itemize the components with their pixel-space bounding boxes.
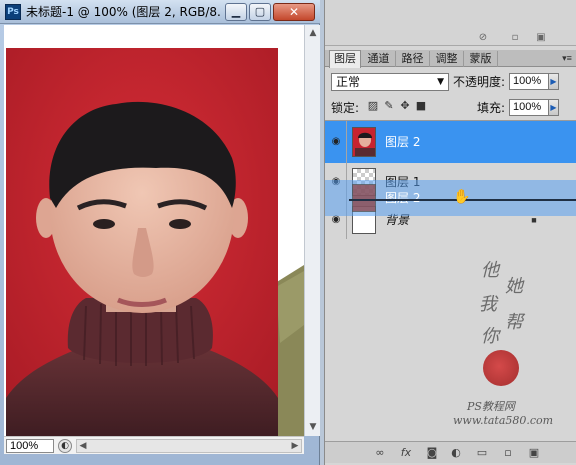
close-button[interactable]: ✕: [273, 3, 315, 21]
blend-mode-value: 正常: [336, 75, 361, 89]
blend-mode-select[interactable]: 正常 ▼: [331, 73, 449, 91]
fill-slider-button[interactable]: ▶: [549, 99, 559, 116]
panel-menu-icon[interactable]: ▾≡: [560, 52, 574, 65]
lock-pixels-brush-icon[interactable]: ✎: [383, 100, 395, 112]
tab-channels[interactable]: 通道: [362, 51, 396, 67]
portrait-photo: [6, 48, 278, 436]
watermark-site-name: PS教程网: [467, 400, 515, 413]
adjustment-layer-icon[interactable]: ◐: [449, 446, 463, 460]
photoshop-app-icon: Ps: [5, 4, 21, 20]
watermark-site-url: www.tata580.com: [453, 414, 554, 427]
scroll-right-arrow-icon[interactable]: ▶: [289, 440, 301, 452]
scroll-left-arrow-icon[interactable]: ◀: [77, 440, 89, 452]
document-window: Ps 未标题-1 @ 100% (图层 2, RGB/8... ▁ ▢ ✕ ▲ …: [0, 0, 320, 465]
document-statusbar: 100% ◐ ◀ ▶: [4, 436, 304, 454]
watermark-char: 帮: [505, 312, 523, 333]
watermark-char: 我: [479, 294, 497, 315]
no-icon[interactable]: ⊘: [477, 32, 489, 44]
lock-all-padlock-icon[interactable]: ■: [415, 100, 427, 112]
lock-position-move-icon[interactable]: ✥: [399, 100, 411, 112]
eye-icon: ◉: [331, 214, 341, 225]
minimize-button[interactable]: ▁: [225, 3, 247, 21]
panel-top-strip: ⊘ ▫ ▣: [325, 0, 576, 46]
link-layers-icon[interactable]: ∞: [373, 446, 387, 460]
lock-fill-row: 锁定: ▨ ✎ ✥ ■ 填充: 100% ▶: [325, 96, 576, 120]
red-seal-stamp: [483, 350, 519, 386]
fill-label: 填充:: [477, 101, 506, 115]
dragged-layer-ghost: 图层 2: [325, 180, 576, 216]
new-group-folder-icon[interactable]: ▭: [475, 446, 489, 460]
opacity-label: 不透明度:: [453, 75, 506, 89]
add-mask-icon[interactable]: ◙: [425, 446, 439, 460]
layer-thumbnail: [352, 127, 376, 157]
chevron-down-icon: ▼: [437, 77, 444, 87]
watermark-char: 你: [481, 326, 499, 347]
padlock-icon: ■: [531, 215, 537, 225]
watermark-char: 他: [481, 260, 499, 281]
photoshop-workspace: Ps 未标题-1 @ 100% (图层 2, RGB/8... ▁ ▢ ✕ ▲ …: [0, 0, 576, 465]
panel-tab-bar: 图层 通道 路径 调整 蒙版 ▾≡: [325, 50, 576, 68]
scroll-up-arrow-icon[interactable]: ▲: [307, 27, 319, 39]
dragged-layer-thumbnail: [352, 184, 376, 212]
vertical-scrollbar[interactable]: ▲ ▼: [304, 25, 320, 436]
opacity-field[interactable]: 100%: [509, 73, 549, 90]
tab-adjustments[interactable]: 调整: [430, 51, 464, 67]
blend-opacity-row: 正常 ▼ 不透明度: 100% ▶: [325, 70, 576, 94]
watermark: 他 她 我 帮 你 PS教程网 www.tata580.com: [453, 250, 575, 430]
layer-name[interactable]: 图层 2: [385, 135, 420, 149]
opacity-slider-button[interactable]: ▶: [549, 73, 559, 90]
tab-paths[interactable]: 路径: [396, 51, 430, 67]
grab-hand-cursor-icon: ✋: [453, 189, 471, 205]
zoom-level-field[interactable]: 100%: [6, 439, 54, 453]
horizontal-scrollbar[interactable]: ◀ ▶: [76, 439, 302, 453]
minimize-icon: ▁: [231, 5, 241, 18]
maximize-button[interactable]: ▢: [249, 3, 271, 21]
layer-style-fx-icon[interactable]: fx: [399, 446, 413, 460]
layers-panel: ⊘ ▫ ▣ 图层 通道 路径 调整 蒙版 ▾≡ 正常 ▼ 不透明度: 100% …: [324, 0, 576, 465]
scroll-down-arrow-icon[interactable]: ▼: [307, 421, 319, 433]
fill-field[interactable]: 100%: [509, 99, 549, 116]
watermark-char: 她: [505, 276, 523, 297]
document-title: 未标题-1 @ 100% (图层 2, RGB/8...: [26, 5, 222, 19]
tab-masks[interactable]: 蒙版: [464, 51, 498, 67]
document-titlebar[interactable]: Ps 未标题-1 @ 100% (图层 2, RGB/8... ▁ ▢ ✕: [0, 0, 320, 24]
layer-row-layer-2[interactable]: ◉ 图层 2: [325, 121, 576, 163]
close-icon: ✕: [288, 5, 300, 19]
dragged-layer-name: 图层 2: [385, 191, 421, 205]
lock-label: 锁定:: [331, 101, 360, 115]
new-item-icon[interactable]: ▫: [509, 32, 521, 44]
new-layer-icon[interactable]: ▫: [501, 446, 515, 460]
trash-icon[interactable]: ▣: [535, 32, 547, 44]
lock-transparency-icon[interactable]: ▨: [367, 100, 379, 112]
eye-icon: ◉: [331, 136, 341, 147]
layer-list: ◉ 图层 2 ◉ 图层 1 ◉ 背景 ■: [325, 120, 576, 239]
layers-panel-footer: ∞ fx ◙ ◐ ▭ ▫ ▣: [325, 441, 576, 463]
document-canvas[interactable]: [4, 25, 304, 436]
portrait-image: [6, 48, 278, 436]
visibility-toggle[interactable]: ◉: [325, 121, 347, 163]
delete-layer-trash-icon[interactable]: ▣: [527, 446, 541, 460]
tab-layers[interactable]: 图层: [329, 50, 361, 68]
status-info-icon[interactable]: ◐: [58, 439, 72, 453]
maximize-icon: ▢: [254, 5, 266, 18]
